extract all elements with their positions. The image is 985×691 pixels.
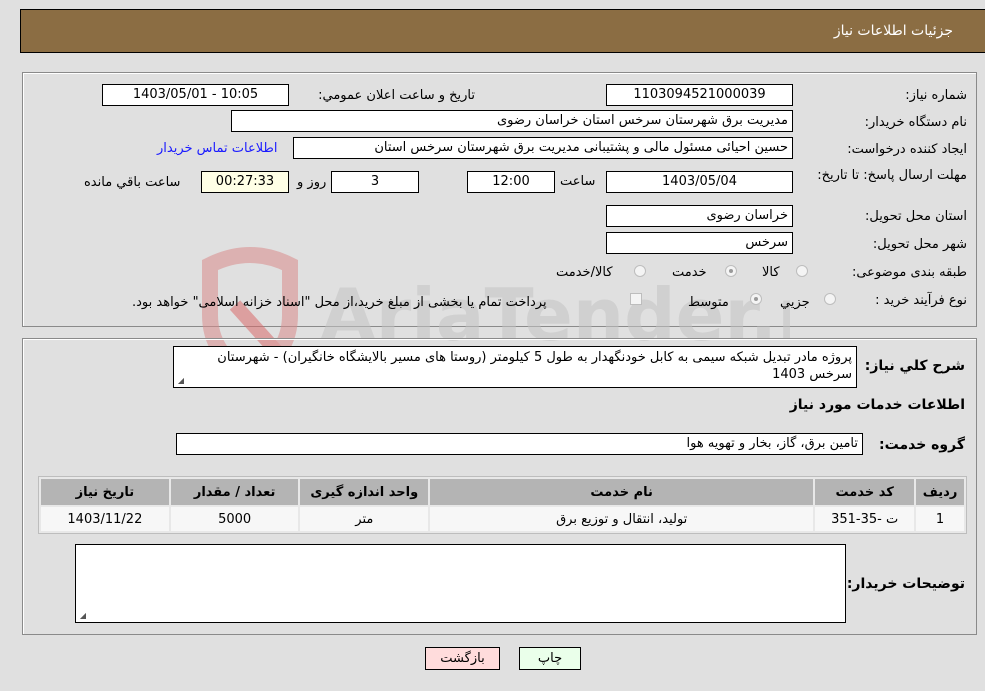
province-field: خراسان رضوی <box>606 205 793 227</box>
buyer-contact-link[interactable]: اطلاعات تماس خريدار <box>157 141 277 156</box>
cell-quantity: 5000 <box>170 507 299 531</box>
announce-label: تاریخ و ساعت اعلان عمومي: <box>318 88 475 103</box>
creator-field: حسين احيائی مسئول مالی و پشتيبانی مديريت… <box>293 137 793 159</box>
description-text: پروژه مادر تبدیل شبکه سیمی به کابل خودنگ… <box>217 350 852 382</box>
category-radio-service[interactable] <box>725 265 737 277</box>
col-quantity: تعداد / مقدار <box>170 479 299 505</box>
service-group-label: گروه خدمت: <box>879 437 965 453</box>
deadline-label: مهلت ارسال پاسخ: تا تاريخ: <box>817 168 967 183</box>
resize-grip-icon[interactable]: ◢ <box>78 612 86 620</box>
process-radio-minor[interactable] <box>824 293 836 305</box>
category-radio-goods-service[interactable] <box>634 265 646 277</box>
cell-service-name: توليد، انتقال و توزيع برق <box>430 507 814 531</box>
remaining-time-field: 00:27:33 <box>201 171 289 193</box>
category-option-goods: کالا <box>762 265 780 280</box>
category-label: طبقه بندی موضوعی: <box>851 265 967 280</box>
treasury-checkbox[interactable] <box>630 293 642 305</box>
city-label: شهر محل تحويل: <box>872 237 967 252</box>
buyer-notes-label: توضيحات خريدار: <box>846 576 965 592</box>
table-row: 1 ت -35-351 توليد، انتقال و توزيع برق مت… <box>41 507 964 531</box>
description-label: شرح كلي نياز: <box>864 358 965 374</box>
treasury-note: پرداخت تمام يا بخشی از مبلغ خريد،از محل … <box>132 295 547 310</box>
service-group-field: تامين برق، گاز، بخار و تهويه هوا <box>176 433 863 455</box>
print-button[interactable]: چاپ <box>519 647 581 670</box>
creator-label: ايجاد کننده درخواست: <box>847 142 967 157</box>
services-table: رديف کد خدمت نام خدمت واحد اندازه گيری ت… <box>38 476 967 534</box>
buyer-notes-textarea[interactable]: ◢ <box>75 544 846 623</box>
description-textarea[interactable]: پروژه مادر تبدیل شبکه سیمی به کابل خودنگ… <box>173 346 857 388</box>
province-label: استان محل تحويل: <box>865 209 967 224</box>
process-radio-medium[interactable] <box>750 293 762 305</box>
table-header-row: رديف کد خدمت نام خدمت واحد اندازه گيری ت… <box>41 479 964 505</box>
col-need-date: تاريخ نياز <box>41 479 169 505</box>
col-unit: واحد اندازه گيری <box>300 479 429 505</box>
page-title: جزئیات اطلاعات نیاز <box>833 23 953 39</box>
cell-service-code: ت -35-351 <box>815 507 915 531</box>
announce-field: 1403/05/01 - 10:05 <box>102 84 289 106</box>
process-option-minor: جزيي <box>780 295 810 310</box>
back-button[interactable]: بازگشت <box>425 647 500 670</box>
remaining-label: ساعت باقي مانده <box>84 175 181 190</box>
col-service-code: کد خدمت <box>815 479 915 505</box>
days-remaining-field: 3 <box>331 171 419 193</box>
category-option-service: خدمت <box>672 265 707 280</box>
cell-unit: متر <box>300 507 429 531</box>
buyer-org-label: نام دستگاه خريدار: <box>864 115 967 130</box>
process-label: نوع فرآیند خرید : <box>875 293 967 308</box>
deadline-time-field: 12:00 <box>467 171 555 193</box>
cell-need-date: 1403/11/22 <box>41 507 169 531</box>
process-option-medium: متوسط <box>688 295 729 310</box>
category-radio-goods[interactable] <box>796 265 808 277</box>
city-field: سرخس <box>606 232 793 254</box>
page-header: جزئیات اطلاعات نیاز <box>20 9 985 53</box>
need-number-label: شماره نیاز: <box>905 88 967 103</box>
services-section-title: اطلاعات خدمات مورد نياز <box>789 397 965 413</box>
col-service-name: نام خدمت <box>430 479 814 505</box>
col-row-number: رديف <box>916 479 964 505</box>
deadline-date-field: 1403/05/04 <box>606 171 793 193</box>
need-number-field: 1103094521000039 <box>606 84 793 106</box>
days-label: روز و <box>297 175 327 190</box>
resize-grip-icon[interactable]: ◢ <box>176 377 184 385</box>
cell-row-number: 1 <box>916 507 964 531</box>
category-option-goods-service: کالا/خدمت <box>556 265 613 280</box>
buyer-org-field: مديريت برق شهرستان سرخس استان خراسان رضو… <box>231 110 793 132</box>
deadline-time-label: ساعت <box>560 174 596 189</box>
